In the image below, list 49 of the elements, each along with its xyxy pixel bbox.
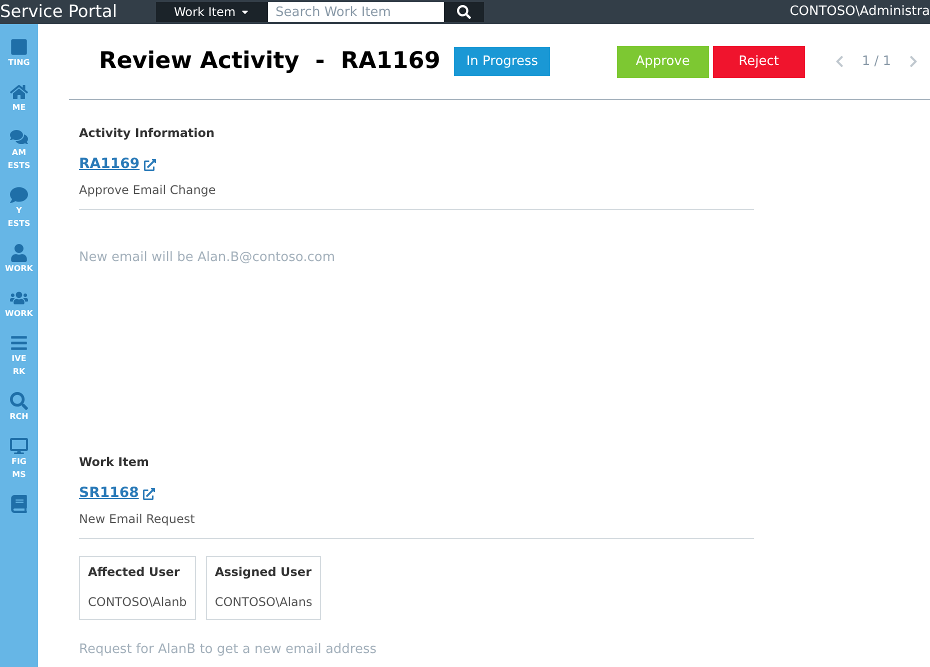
list-icon[interactable] [10, 334, 28, 352]
home-icon[interactable] [10, 83, 28, 101]
search-icon [456, 5, 471, 19]
status-badge: In Progress [454, 46, 550, 76]
user-card-value: CONTOSO\Alanb [88, 594, 187, 611]
work-item-link[interactable]: RA1169 [79, 154, 140, 175]
user-card-label: Assigned User [214, 564, 312, 581]
sidebar-label[interactable]: TING [8, 56, 30, 69]
sidebar-label[interactable]: ESTS [8, 217, 30, 230]
sidebar-label[interactable]: ESTS [8, 159, 30, 172]
book-icon[interactable] [10, 495, 28, 513]
external-link-icon[interactable] [142, 488, 155, 500]
search-button[interactable] [444, 2, 484, 22]
activity-description: New email will be Alan.B@contoso.com [79, 249, 336, 267]
sidebar-label[interactable]: Y [16, 204, 22, 217]
sidebar-label[interactable]: RCH [10, 410, 28, 423]
users-icon[interactable] [10, 289, 28, 307]
square-icon[interactable] [10, 38, 28, 56]
sidebar-label[interactable]: IVE [12, 352, 26, 365]
user-name[interactable]: CONTOSO\Administra [790, 2, 930, 22]
sidebar-label[interactable]: RK [12, 365, 26, 378]
pager-count: 1 / 1 [862, 52, 891, 71]
sidebar-label[interactable]: FIG [11, 455, 26, 468]
work-item-link[interactable]: SR1168 [79, 483, 139, 504]
activity-title: Approve Email Change [79, 182, 217, 199]
user-icon[interactable] [10, 244, 28, 262]
section-heading: Activity Information [79, 125, 216, 142]
monitor-icon[interactable] [10, 437, 28, 455]
work-item-description: Request for AlanB to get a new email address [79, 641, 378, 659]
work-item-title: New Email Request [79, 511, 196, 528]
sidebar-label[interactable]: MS [12, 468, 26, 481]
chat-icon[interactable] [10, 128, 28, 146]
reject-button[interactable]: Reject [712, 46, 805, 78]
user-card-label: Affected User [88, 564, 181, 581]
brand-title[interactable]: Service Portal [0, 4, 156, 20]
user-card-value: CONTOSO\Alans [214, 594, 312, 611]
next-icon[interactable] [907, 55, 920, 68]
search-icon[interactable] [10, 392, 28, 410]
approve-button[interactable]: Approve [616, 46, 709, 78]
sidebar-label[interactable]: WORK [5, 307, 33, 320]
sidebar-label[interactable]: WORK [5, 262, 33, 275]
speech-bubble-icon[interactable] [10, 186, 28, 204]
search-field[interactable]: Search Work Item [268, 2, 444, 22]
section-heading: Work Item [79, 454, 150, 471]
sidebar-label[interactable]: AM [12, 146, 26, 159]
page-title: Review Activity - RA1169 [99, 47, 440, 76]
sidebar-label[interactable]: ME [12, 101, 26, 114]
external-link-icon[interactable] [144, 158, 156, 170]
work-item-menu[interactable]: Work Item [156, 2, 268, 22]
